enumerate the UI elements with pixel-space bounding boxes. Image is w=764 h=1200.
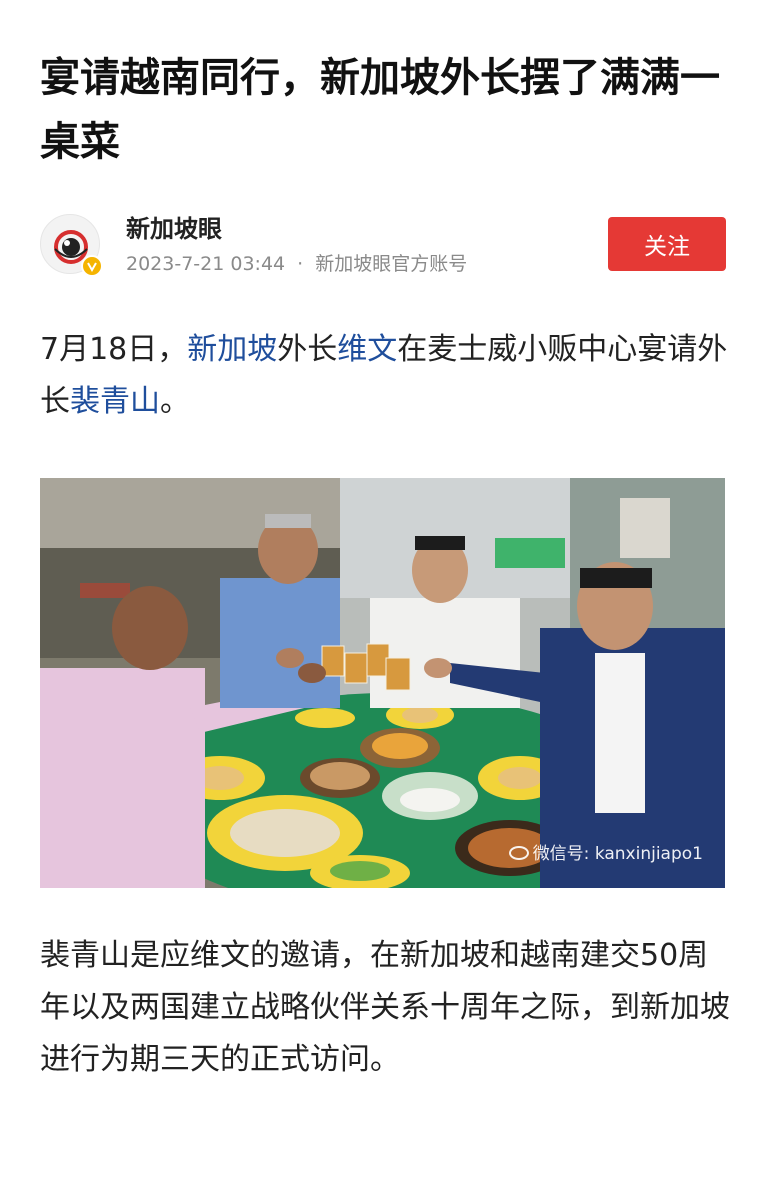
watermark-text: 微信号: kanxinjiapo1 — [532, 844, 703, 864]
paragraph-text: 。 — [160, 384, 190, 419]
wechat-icon — [508, 846, 529, 860]
link-vivian[interactable]: 维文 — [337, 332, 397, 367]
author-meta: 2023-7-21 03:44 · 新加坡眼官方账号 — [126, 252, 467, 276]
publish-date: 2023-7-21 03:44 — [126, 253, 286, 275]
article-title: 宴请越南同行，新加坡外长摆了满满一桌菜 — [40, 55, 720, 165]
author-name[interactable]: 新加坡眼 — [126, 214, 222, 244]
author-row: 新加坡眼 2023-7-21 03:44 · 新加坡眼官方账号 关注 — [40, 212, 726, 277]
meta-separator: · — [297, 253, 304, 275]
article-paragraph-2: 裴青山是应维文的邀请，在新加坡和越南建交50周年以及两国建立战略伙伴关系十周年之… — [40, 938, 730, 1077]
follow-button[interactable]: 关注 — [608, 217, 726, 271]
link-singapore[interactable]: 新加坡 — [187, 332, 277, 367]
link-bui-thanh-son[interactable]: 裴青山 — [70, 384, 160, 419]
verified-badge-icon — [81, 255, 103, 277]
dining-scene-image — [40, 478, 725, 888]
article-page: 宴请越南同行，新加坡外长摆了满满一桌菜 新加坡眼 2023-7-21 03:44… — [0, 0, 764, 1200]
article-paragraph-1: 7月18日，新加坡外长维文在麦士威小贩中心宴请外长裴青山。 — [40, 324, 730, 428]
author-avatar[interactable] — [40, 214, 103, 277]
article-photo[interactable]: 微信号: kanxinjiapo1 — [40, 478, 725, 888]
paragraph-text: 7月18日， — [40, 332, 188, 367]
photo-watermark: 微信号: kanxinjiapo1 — [508, 839, 703, 864]
paragraph-text: 外长 — [277, 332, 338, 367]
account-type: 新加坡眼官方账号 — [315, 253, 468, 275]
